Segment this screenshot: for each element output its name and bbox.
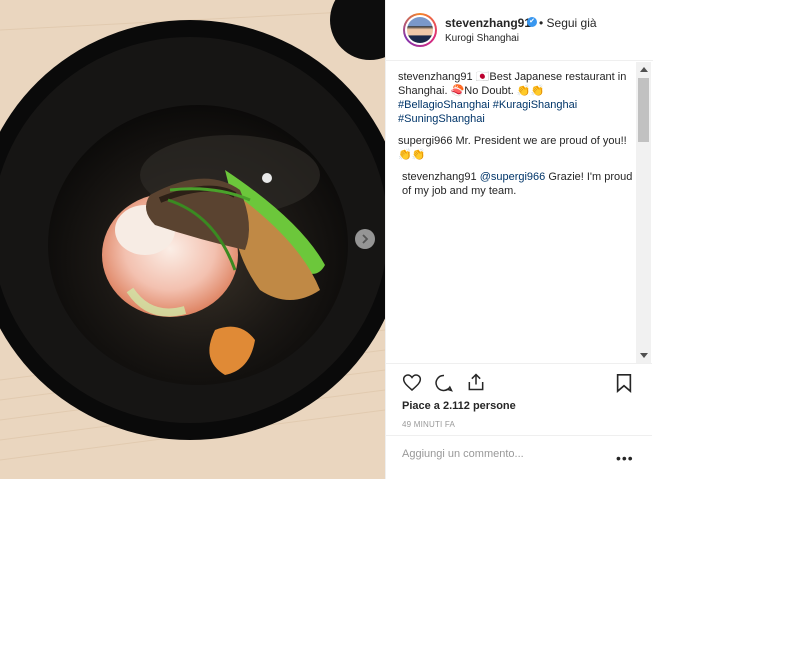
comment-icon[interactable] (434, 373, 454, 393)
scroll-down-arrow-icon[interactable] (640, 353, 648, 358)
comment-username[interactable]: stevenzhang91 (402, 171, 477, 183)
post-header: stevenzhang91 ✔ • Segui già Kurogi Shang… (386, 0, 653, 61)
avatar[interactable] (403, 13, 437, 47)
add-comment-input[interactable] (402, 448, 602, 460)
next-photo-button[interactable] (355, 229, 375, 249)
scroll-up-arrow-icon[interactable] (640, 67, 648, 72)
likes-count[interactable]: Piace a 2.112 persone (402, 400, 516, 412)
username-link[interactable]: stevenzhang91 (445, 16, 531, 30)
scrollbar-thumb[interactable] (638, 78, 649, 142)
list-item: stevenzhang91 @supergi966 Grazie! I'm pr… (402, 170, 634, 198)
post-actions: Piace a 2.112 persone 49 MINUTI FA ••• (385, 363, 652, 480)
follow-status[interactable]: • Segui già (539, 16, 597, 30)
verified-icon: ✔ (527, 17, 537, 27)
list-item: supergi966 Mr. President we are proud of… (398, 134, 634, 162)
share-icon[interactable] (466, 372, 486, 392)
comment-mention[interactable]: @supergi966 (480, 171, 546, 183)
location-link[interactable]: Kurogi Shanghai (445, 33, 519, 44)
chevron-right-icon (362, 234, 369, 244)
caption-username[interactable]: stevenzhang91 (398, 71, 473, 83)
more-options-button[interactable]: ••• (616, 450, 634, 466)
heart-icon[interactable] (402, 373, 422, 392)
post-photo[interactable] (0, 0, 385, 479)
comments-list: stevenzhang91 🇯🇵Best Japanese restaurant… (398, 70, 634, 364)
comment-username[interactable]: supergi966 (398, 135, 452, 147)
instagram-post: stevenzhang91 ✔ • Segui già Kurogi Shang… (0, 0, 653, 480)
avatar-photo (407, 17, 433, 43)
bookmark-icon[interactable] (615, 373, 633, 393)
add-comment-section: ••• (385, 435, 652, 481)
post-timestamp: 49 MINUTI FA (402, 420, 456, 429)
caption-hashtags[interactable]: #BellagioShanghai #KuragiShanghai #Sunin… (398, 99, 577, 125)
caption: stevenzhang91 🇯🇵Best Japanese restaurant… (398, 70, 634, 126)
comments-scrollbar[interactable] (636, 62, 651, 363)
